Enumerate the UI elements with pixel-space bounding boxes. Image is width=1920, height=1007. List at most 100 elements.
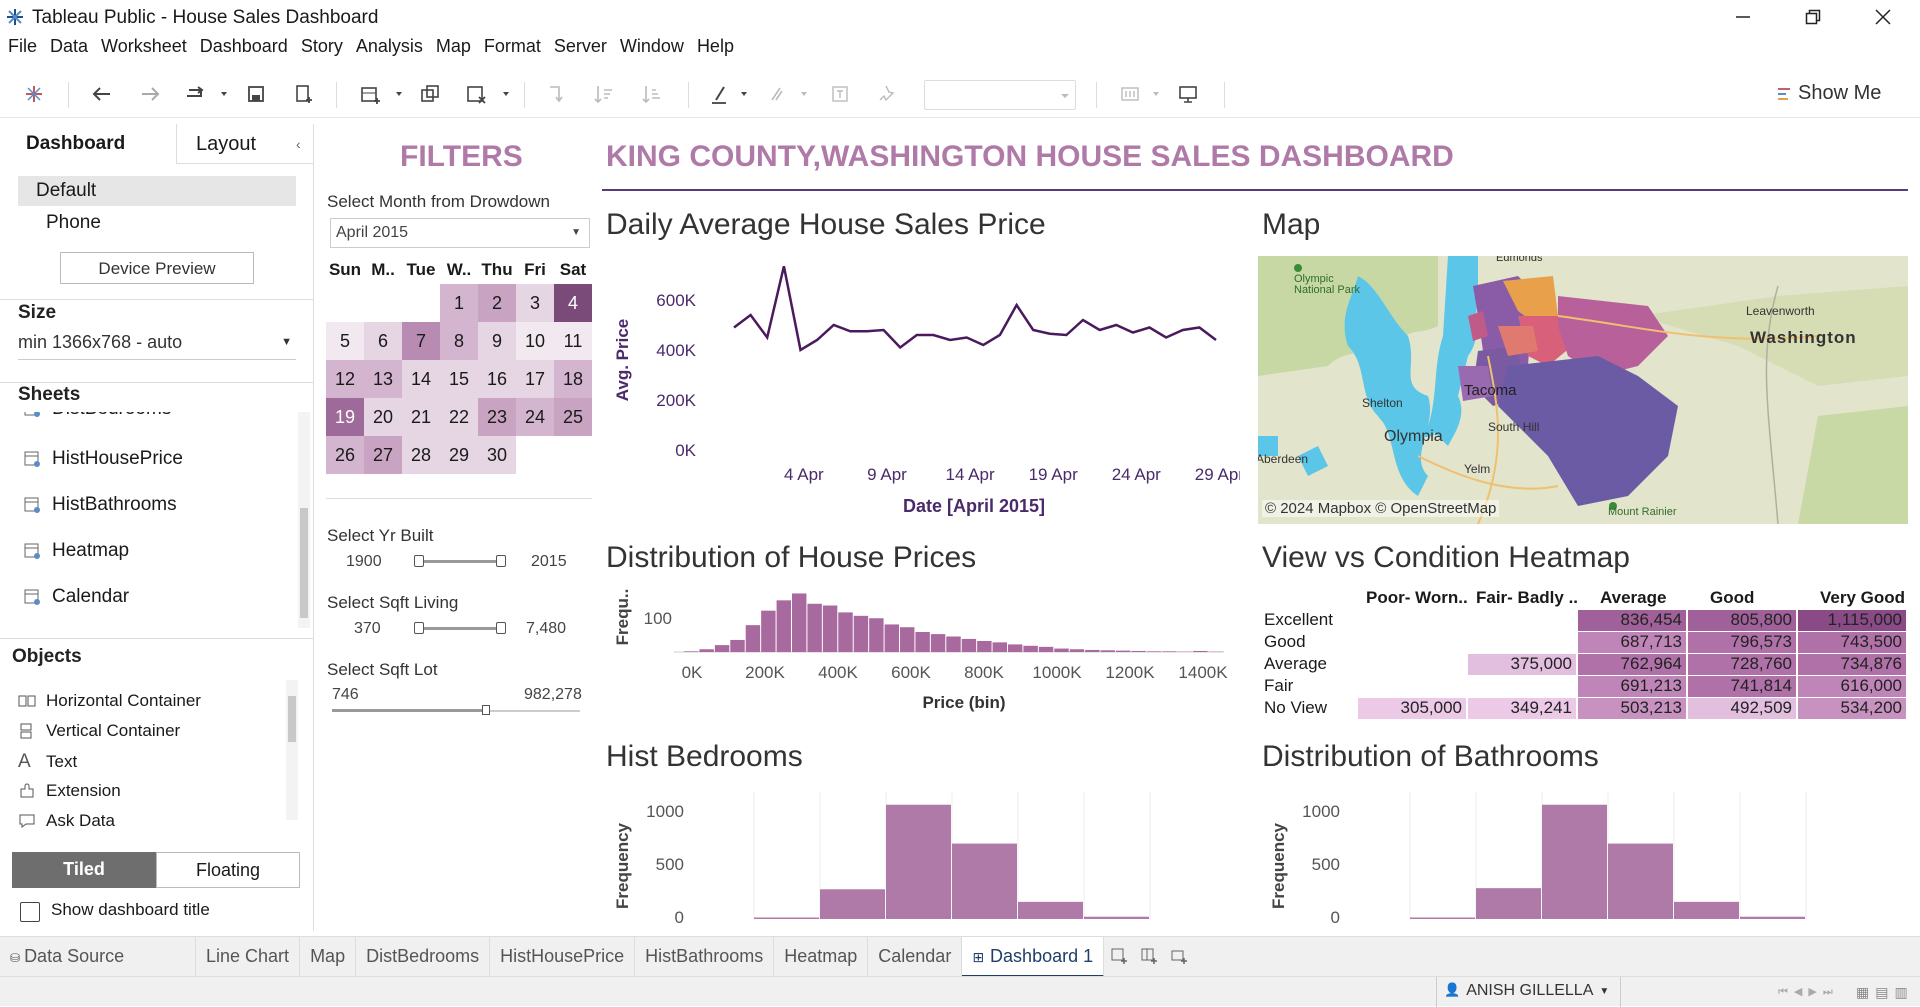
histogram-bar[interactable] — [977, 641, 991, 652]
heatmap-cell[interactable]: 349,241 — [1468, 698, 1576, 719]
menu-map[interactable]: Map — [436, 36, 471, 64]
histogram-bar[interactable] — [885, 624, 899, 652]
undo-icon[interactable] — [90, 82, 114, 106]
chevron-down-icon[interactable] — [1150, 82, 1162, 106]
chevron-down-icon[interactable] — [500, 82, 512, 106]
histogram-bar[interactable] — [1116, 651, 1130, 652]
histogram-bar[interactable] — [993, 642, 1007, 652]
redo-icon[interactable] — [138, 82, 162, 106]
histogram-bar[interactable] — [1162, 651, 1176, 652]
histogram-bar[interactable] — [838, 612, 852, 652]
histogram-bar[interactable] — [777, 600, 791, 652]
object-extension[interactable]: Extension — [18, 781, 121, 801]
clear-sheet-icon[interactable] — [464, 82, 488, 106]
histogram-bar[interactable] — [1542, 805, 1607, 919]
histogram-bar[interactable] — [1147, 651, 1161, 652]
tab-map[interactable]: Map — [300, 937, 356, 977]
calendar-day-cell[interactable]: 1 — [440, 284, 478, 322]
heatmap-cell[interactable]: 616,000 — [1798, 676, 1906, 697]
menu-window[interactable]: Window — [620, 36, 684, 64]
objects-scrollbar[interactable] — [286, 680, 298, 820]
tab-histbathrooms[interactable]: HistBathrooms — [635, 937, 774, 977]
object-ask-data[interactable]: Ask Data — [18, 811, 115, 831]
device-default[interactable]: Default — [18, 176, 296, 206]
heatmap-cell[interactable]: 796,573 — [1688, 632, 1796, 653]
menu-help[interactable]: Help — [697, 36, 734, 64]
heatmap-cell[interactable]: 503,213 — [1578, 698, 1686, 719]
calendar-day-cell[interactable]: 5 — [326, 322, 364, 360]
calendar-day-cell[interactable]: 6 — [364, 322, 402, 360]
new-dashboard-tab-icon[interactable] — [1134, 937, 1164, 977]
slider-handle-min[interactable] — [414, 555, 424, 567]
calendar-day-cell[interactable]: 3 — [516, 284, 554, 322]
view-mode-icons[interactable]: ▦▤▥ — [1856, 984, 1914, 1001]
new-worksheet-tab-icon[interactable] — [1104, 937, 1134, 977]
histogram-bar[interactable] — [715, 645, 729, 652]
heatmap-cell[interactable]: 305,000 — [1358, 698, 1466, 719]
histogram-bar[interactable] — [1193, 651, 1207, 652]
tab-data-source[interactable]: ⛁Data Source — [0, 937, 196, 977]
tab-heatmap[interactable]: Heatmap — [774, 937, 868, 977]
calendar-day-cell[interactable]: 29 — [440, 436, 478, 474]
chevron-down-icon[interactable] — [218, 82, 230, 106]
calendar-day-cell[interactable]: 21 — [402, 398, 440, 436]
calendar-day-cell[interactable]: 9 — [478, 322, 516, 360]
histogram-bar[interactable] — [699, 649, 713, 652]
calendar-day-cell[interactable]: 10 — [516, 322, 554, 360]
collapse-panel-icon[interactable]: ‹ — [296, 136, 301, 152]
calendar-day-cell[interactable]: 22 — [440, 398, 478, 436]
histogram-bar[interactable] — [900, 627, 914, 652]
heatmap-cell[interactable]: 534,200 — [1798, 698, 1906, 719]
calendar-day-cell[interactable]: 11 — [554, 322, 592, 360]
calendar-day-cell[interactable]: 26 — [326, 436, 364, 474]
chevron-down-icon[interactable] — [738, 82, 750, 106]
sheet-item[interactable]: Heatmap — [24, 540, 129, 562]
show-title-checkbox[interactable] — [20, 902, 40, 922]
chevron-down-icon[interactable] — [798, 82, 810, 106]
histogram-bar[interactable] — [886, 805, 951, 919]
show-cards-icon[interactable] — [1118, 82, 1142, 106]
histogram-bar[interactable] — [746, 625, 760, 652]
tab-calendar[interactable]: Calendar — [868, 937, 962, 977]
heatmap-cell[interactable]: 691,213 — [1578, 676, 1686, 697]
slider-handle-max[interactable] — [482, 705, 490, 715]
heatmap-cell[interactable]: 743,500 — [1798, 632, 1906, 653]
sheet-item[interactable]: HistHousePrice — [24, 448, 183, 470]
swap-rows-columns-icon[interactable] — [544, 82, 568, 106]
heatmap-cell[interactable]: 728,760 — [1688, 654, 1796, 675]
new-data-source-icon[interactable] — [292, 82, 316, 106]
tiled-button[interactable]: Tiled — [12, 852, 156, 888]
histogram-bar[interactable] — [1101, 650, 1115, 652]
histogram-bar[interactable] — [1054, 649, 1068, 652]
menu-analysis[interactable]: Analysis — [356, 36, 423, 64]
histogram-bar[interactable] — [1085, 650, 1099, 652]
histogram-bar[interactable] — [1410, 918, 1475, 920]
histogram-bar[interactable] — [962, 639, 976, 652]
histogram-bar[interactable] — [820, 889, 885, 919]
menu-data[interactable]: Data — [50, 36, 88, 64]
show-me-button[interactable]: Show Me — [1778, 82, 1881, 105]
histogram-bar[interactable] — [946, 637, 960, 653]
heatmap-cell[interactable]: 762,964 — [1578, 654, 1686, 675]
calendar-day-cell[interactable]: 17 — [516, 360, 554, 398]
floating-button[interactable]: Floating — [156, 852, 300, 888]
object-horizontal-container[interactable]: Horizontal Container — [18, 691, 201, 711]
calendar-day-cell[interactable]: 8 — [440, 322, 478, 360]
histogram-bar[interactable] — [1131, 651, 1145, 652]
sheet-item[interactable]: Calendar — [24, 586, 129, 608]
sheet-item[interactable]: DistBedrooms — [24, 412, 171, 420]
histogram-bar[interactable] — [854, 616, 868, 652]
presentation-mode-icon[interactable] — [1176, 82, 1200, 106]
histogram-bar[interactable] — [730, 640, 744, 652]
new-story-tab-icon[interactable] — [1164, 937, 1194, 977]
device-phone[interactable]: Phone — [46, 212, 101, 234]
menu-story[interactable]: Story — [301, 36, 343, 64]
histogram-bar[interactable] — [1608, 844, 1673, 919]
calendar-day-cell[interactable]: 15 — [440, 360, 478, 398]
calendar-day-cell[interactable]: 27 — [364, 436, 402, 474]
histogram-bar[interactable] — [1008, 644, 1022, 652]
calendar-day-cell[interactable]: 4 — [554, 284, 592, 322]
slider-handle-max[interactable] — [496, 555, 506, 567]
heatmap-cell[interactable]: 375,000 — [1468, 654, 1576, 675]
heatmap-cell[interactable]: 836,454 — [1578, 610, 1686, 631]
